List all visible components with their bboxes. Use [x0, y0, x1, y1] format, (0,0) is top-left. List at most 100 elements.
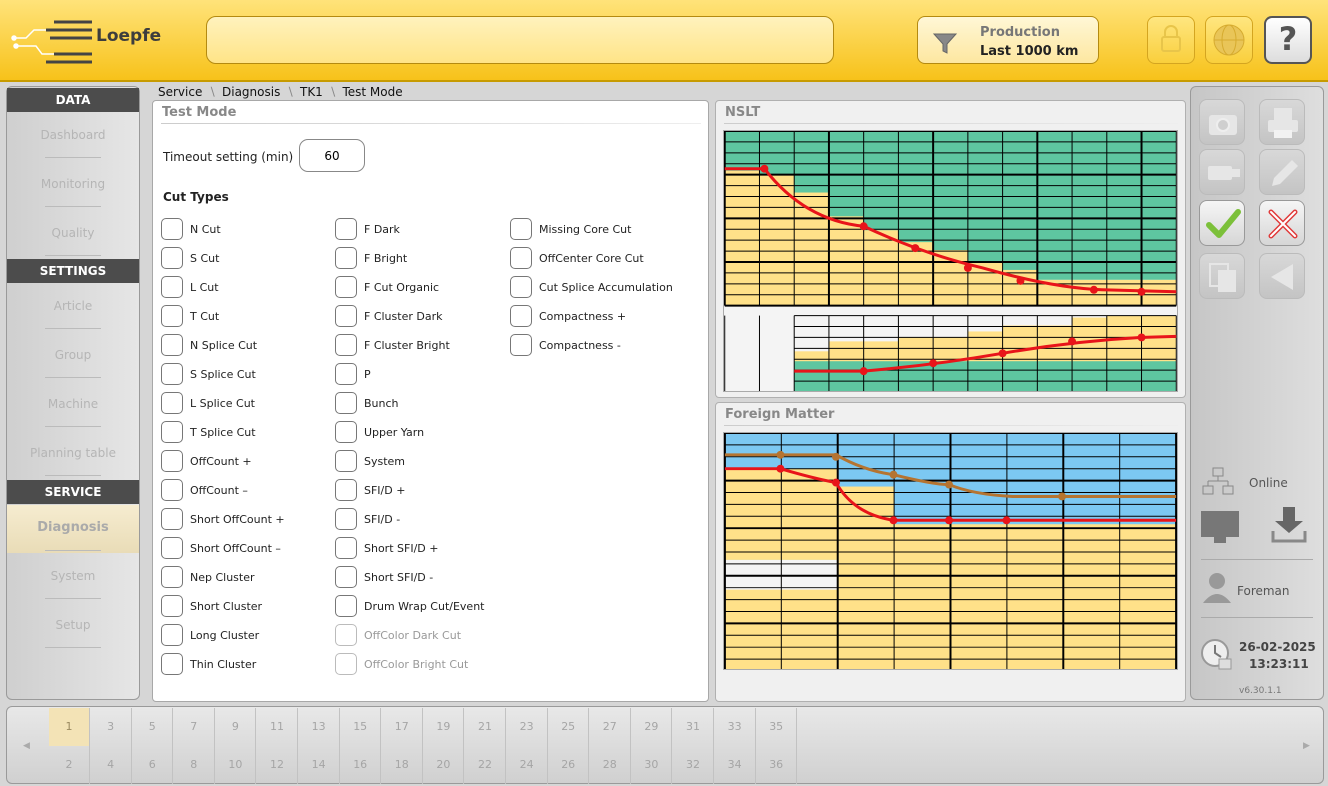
- checkbox-p[interactable]: P: [335, 363, 371, 385]
- checkbox-f-dark[interactable]: F Dark: [335, 218, 400, 240]
- checkbox-box[interactable]: [161, 653, 183, 675]
- checkbox-t-splice-cut[interactable]: T Splice Cut: [161, 421, 256, 443]
- spindle-15[interactable]: 15: [340, 708, 382, 746]
- checkbox-box[interactable]: [335, 595, 357, 617]
- print-button[interactable]: [1259, 99, 1305, 145]
- checkbox-box[interactable]: [335, 653, 357, 675]
- spindle-29[interactable]: 29: [631, 708, 673, 746]
- monitor-icon[interactable]: [1199, 507, 1241, 547]
- edit-button[interactable]: [1259, 149, 1305, 195]
- checkbox-box[interactable]: [335, 421, 357, 443]
- spindle-13[interactable]: 13: [299, 708, 340, 746]
- checkbox-sfi-d[interactable]: SFI/D -: [335, 508, 400, 530]
- spindle-25[interactable]: 25: [548, 708, 590, 746]
- checkbox-box[interactable]: [335, 305, 357, 327]
- checkbox-box[interactable]: [161, 624, 183, 646]
- checkbox-box[interactable]: [161, 595, 183, 617]
- checkbox-box[interactable]: [335, 334, 357, 356]
- checkbox-box[interactable]: [335, 276, 357, 298]
- back-button[interactable]: [1259, 253, 1305, 299]
- checkbox-box[interactable]: [335, 450, 357, 472]
- checkbox-f-cluster-dark[interactable]: F Cluster Dark: [335, 305, 442, 327]
- checkbox-box[interactable]: [161, 305, 183, 327]
- nav-item-article[interactable]: Article: [7, 283, 139, 331]
- spindle-36[interactable]: 36: [756, 746, 798, 784]
- checkbox-compactness[interactable]: Compactness -: [510, 334, 621, 356]
- checkbox-box[interactable]: [161, 508, 183, 530]
- checkbox-box[interactable]: [510, 334, 532, 356]
- checkbox-upper-yarn[interactable]: Upper Yarn: [335, 421, 424, 443]
- checkbox-short-cluster[interactable]: Short Cluster: [161, 595, 262, 617]
- nav-item-quality[interactable]: Quality: [7, 210, 139, 258]
- checkbox-short-sfi-d[interactable]: Short SFI/D -: [335, 566, 433, 588]
- checkbox-box[interactable]: [161, 334, 183, 356]
- timeout-input[interactable]: [299, 139, 365, 172]
- spindle-17[interactable]: 17: [382, 708, 423, 746]
- spindle-34[interactable]: 34: [715, 746, 756, 784]
- checkbox-n-splice-cut[interactable]: N Splice Cut: [161, 334, 257, 356]
- checkbox-s-cut[interactable]: S Cut: [161, 247, 219, 269]
- spindle-3[interactable]: 3: [91, 708, 132, 746]
- spindle-22[interactable]: 22: [465, 746, 506, 784]
- checkbox-nep-cluster[interactable]: Nep Cluster: [161, 566, 255, 588]
- spindle-18[interactable]: 18: [382, 746, 423, 784]
- checkbox-box[interactable]: [510, 305, 532, 327]
- cancel-button[interactable]: [1259, 200, 1305, 246]
- checkbox-box[interactable]: [510, 276, 532, 298]
- checkbox-box[interactable]: [335, 392, 357, 414]
- spindle-35[interactable]: 35: [756, 708, 798, 746]
- checkbox-short-offcount[interactable]: Short OffCount +: [161, 508, 285, 530]
- checkbox-offcount[interactable]: OffCount –: [161, 479, 248, 501]
- checkbox-box[interactable]: [510, 247, 532, 269]
- spindle-32[interactable]: 32: [673, 746, 714, 784]
- nav-item-monitoring[interactable]: Monitoring: [7, 161, 139, 209]
- usb-export-button[interactable]: [1199, 149, 1245, 195]
- checkbox-f-cut-organic[interactable]: F Cut Organic: [335, 276, 439, 298]
- checkbox-offcenter-core-cut[interactable]: OffCenter Core Cut: [510, 247, 644, 269]
- checkbox-missing-core-cut[interactable]: Missing Core Cut: [510, 218, 631, 240]
- checkbox-box[interactable]: [161, 450, 183, 472]
- checkbox-box[interactable]: [161, 247, 183, 269]
- spindle-20[interactable]: 20: [423, 746, 465, 784]
- nslt-classification-matrix[interactable]: [723, 130, 1178, 392]
- breadcrumb-tk1[interactable]: TK1: [300, 85, 323, 99]
- checkbox-s-splice-cut[interactable]: S Splice Cut: [161, 363, 256, 385]
- checkbox-box[interactable]: [335, 247, 357, 269]
- spindle-6[interactable]: 6: [132, 746, 174, 784]
- checkbox-offcount[interactable]: OffCount +: [161, 450, 252, 472]
- checkbox-n-cut[interactable]: N Cut: [161, 218, 221, 240]
- accept-button[interactable]: [1199, 200, 1245, 246]
- checkbox-bunch[interactable]: Bunch: [335, 392, 399, 414]
- spindle-12[interactable]: 12: [257, 746, 298, 784]
- checkbox-box[interactable]: [335, 624, 357, 646]
- spindle-1[interactable]: 1: [49, 708, 90, 746]
- checkbox-box[interactable]: [335, 537, 357, 559]
- checkbox-box[interactable]: [510, 218, 532, 240]
- spindle-31[interactable]: 31: [673, 708, 714, 746]
- checkbox-drum-wrap-cut-event[interactable]: Drum Wrap Cut/Event: [335, 595, 484, 617]
- spindle-28[interactable]: 28: [590, 746, 631, 784]
- spindle-7[interactable]: 7: [174, 708, 215, 746]
- download-icon[interactable]: [1269, 505, 1309, 545]
- breadcrumb-diagnosis[interactable]: Diagnosis: [222, 85, 280, 99]
- checkbox-box[interactable]: [161, 218, 183, 240]
- nav-item-machine[interactable]: Machine: [7, 381, 139, 429]
- language-button[interactable]: [1205, 16, 1253, 64]
- checkbox-f-bright[interactable]: F Bright: [335, 247, 407, 269]
- screenshot-button[interactable]: [1199, 99, 1245, 145]
- spindle-10[interactable]: 10: [215, 746, 257, 784]
- lock-button[interactable]: [1147, 16, 1195, 64]
- checkbox-box[interactable]: [335, 218, 357, 240]
- checkbox-short-offcount[interactable]: Short OffCount –: [161, 537, 281, 559]
- checkbox-cut-splice-accumulation[interactable]: Cut Splice Accumulation: [510, 276, 673, 298]
- checkbox-box[interactable]: [161, 479, 183, 501]
- spindle-27[interactable]: 27: [590, 708, 631, 746]
- spindle-14[interactable]: 14: [299, 746, 340, 784]
- checkbox-thin-cluster[interactable]: Thin Cluster: [161, 653, 256, 675]
- checkbox-long-cluster[interactable]: Long Cluster: [161, 624, 259, 646]
- copy-button[interactable]: [1199, 253, 1245, 299]
- spindle-19[interactable]: 19: [423, 708, 465, 746]
- spindle-8[interactable]: 8: [174, 746, 215, 784]
- spindle-30[interactable]: 30: [631, 746, 673, 784]
- nav-item-planning-table[interactable]: Planning table: [7, 430, 139, 478]
